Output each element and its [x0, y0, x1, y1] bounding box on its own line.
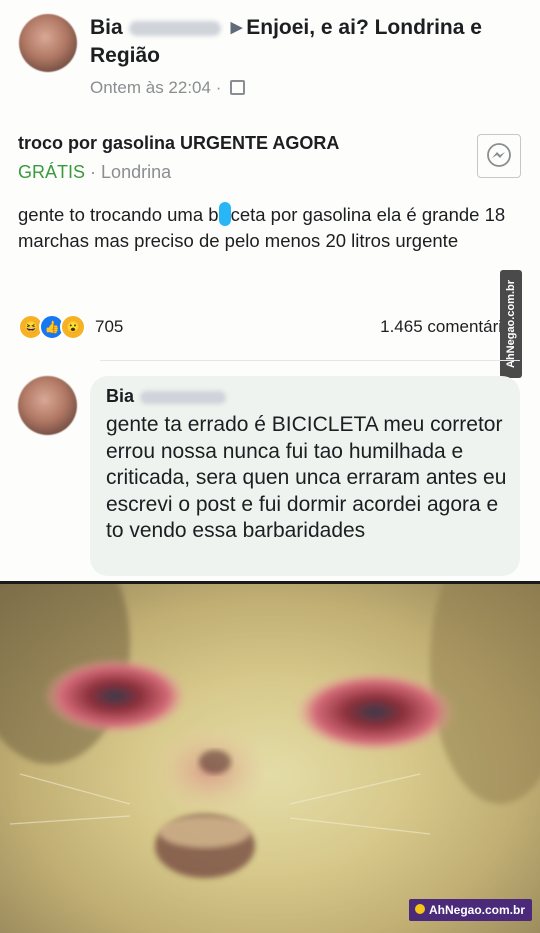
- crying-cat-illustration: [0, 584, 540, 933]
- globe-icon: [230, 80, 246, 95]
- post-card: Bia ▶ Enjoei, e ai? Londrina e Região Onte…: [0, 0, 540, 583]
- listing-location: Londrina: [101, 162, 172, 182]
- author-avatar[interactable]: [19, 14, 77, 72]
- post-body: gente to trocando uma b ceta por gasolina…: [18, 202, 518, 254]
- listing-title: troco por gasolina URGENTE AGORA: [18, 133, 340, 153]
- comment-text: gente ta errado é BICICLETA meu corretor…: [106, 413, 507, 542]
- author-name[interactable]: Bia: [90, 16, 123, 39]
- commenter-name[interactable]: Bia: [106, 386, 134, 406]
- meta-separator: ·: [215, 78, 222, 97]
- comment-author: Bia: [106, 386, 232, 407]
- listing-price: GRÁTIS: [18, 162, 86, 182]
- divider: [100, 360, 520, 361]
- post-body-start: gente to trocando uma b: [18, 204, 219, 225]
- wow-icon: 😮: [60, 314, 86, 340]
- commenter-avatar[interactable]: [18, 376, 77, 435]
- messenger-icon: [487, 143, 511, 167]
- listing-price-line: GRÁTIS · Londrina: [18, 162, 171, 183]
- redaction-blot: [218, 202, 231, 226]
- blurred-surname: [140, 390, 227, 404]
- site-watermark: AhNegao.com.br: [408, 899, 532, 921]
- comment-bubble: Bia gente ta errado é BICICLETA meu corr…: [90, 376, 520, 576]
- messenger-button[interactable]: [477, 134, 521, 178]
- site-watermark-vertical: AhNegao.com.br: [500, 270, 522, 378]
- reaction-count: 705: [95, 317, 124, 336]
- post-meta: Ontem às 22:04 ·: [90, 78, 246, 98]
- location-separator: ·: [90, 162, 97, 182]
- post-time[interactable]: Ontem às 22:04: [90, 78, 211, 97]
- reactions-summary[interactable]: 😆 👍 😮 705: [18, 314, 123, 340]
- crying-cat-photo: AhNegao.com.br: [0, 584, 540, 933]
- blurred-surname: [128, 20, 221, 36]
- post-header: Bia ▶ Enjoei, e ai? Londrina e Região: [90, 14, 530, 70]
- caret-right-icon: ▶: [230, 19, 243, 37]
